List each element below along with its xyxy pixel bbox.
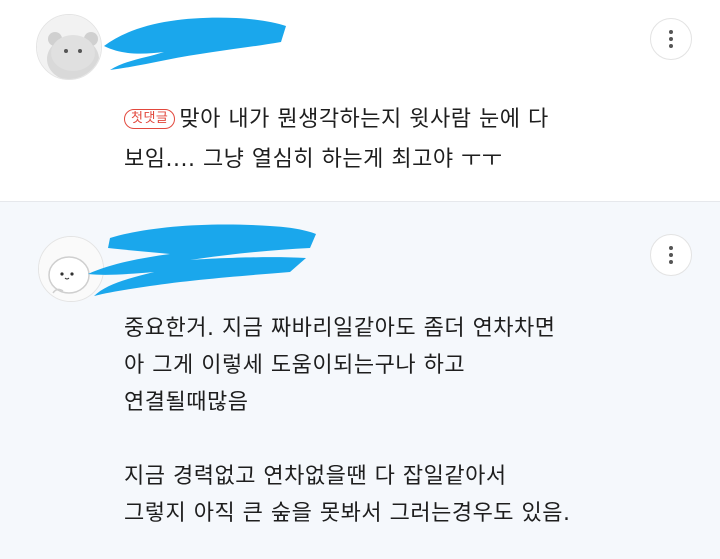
more-vertical-icon — [669, 30, 673, 48]
comment-line: 보임.... 그냥 열심히 하는게 최고야 ㅜㅜ — [124, 147, 503, 172]
comment-line: 중요한거. 지금 짜바리일같아도 좀더 연차차면 — [124, 316, 556, 341]
redaction-scribble — [104, 17, 286, 70]
comment-item: 첫댓글 맞아 내가 뭔생각하는지 윗사람 눈에 다 보임.... 그냥 열심히 하… — [0, 0, 720, 201]
avatar-character-icon — [37, 15, 101, 79]
redaction-scribble — [88, 224, 316, 296]
comment-line: 연결될때많음 — [124, 390, 249, 415]
comment-body: 첫댓글 맞아 내가 뭔생각하는지 윗사람 눈에 다 보임.... 그냥 열심히 하… — [124, 100, 549, 180]
first-comment-badge: 첫댓글 — [124, 109, 176, 129]
comment-line: 그렇지 아직 큰 숲을 못봐서 그러는경우도 있음. — [124, 501, 571, 526]
comment-line: 지금 경력없고 연차없을땐 다 잡일같아서 — [124, 464, 507, 489]
comment-line: 첫댓글 맞아 내가 뭔생각하는지 윗사람 눈에 다 — [124, 100, 549, 140]
more-vertical-icon — [669, 246, 673, 264]
comment-item: 중요한거. 지금 짜바리일같아도 좀더 연차차면 아 그게 이렇세 도움이되는구… — [0, 202, 720, 559]
more-options-button[interactable] — [650, 234, 692, 276]
comment-body: 중요한거. 지금 짜바리일같아도 좀더 연차차면 아 그게 이렇세 도움이되는구… — [124, 310, 571, 532]
more-options-button[interactable] — [650, 18, 692, 60]
avatar[interactable] — [36, 14, 102, 80]
comment-line: 아 그게 이렇세 도움이되는구나 하고 — [124, 353, 466, 378]
